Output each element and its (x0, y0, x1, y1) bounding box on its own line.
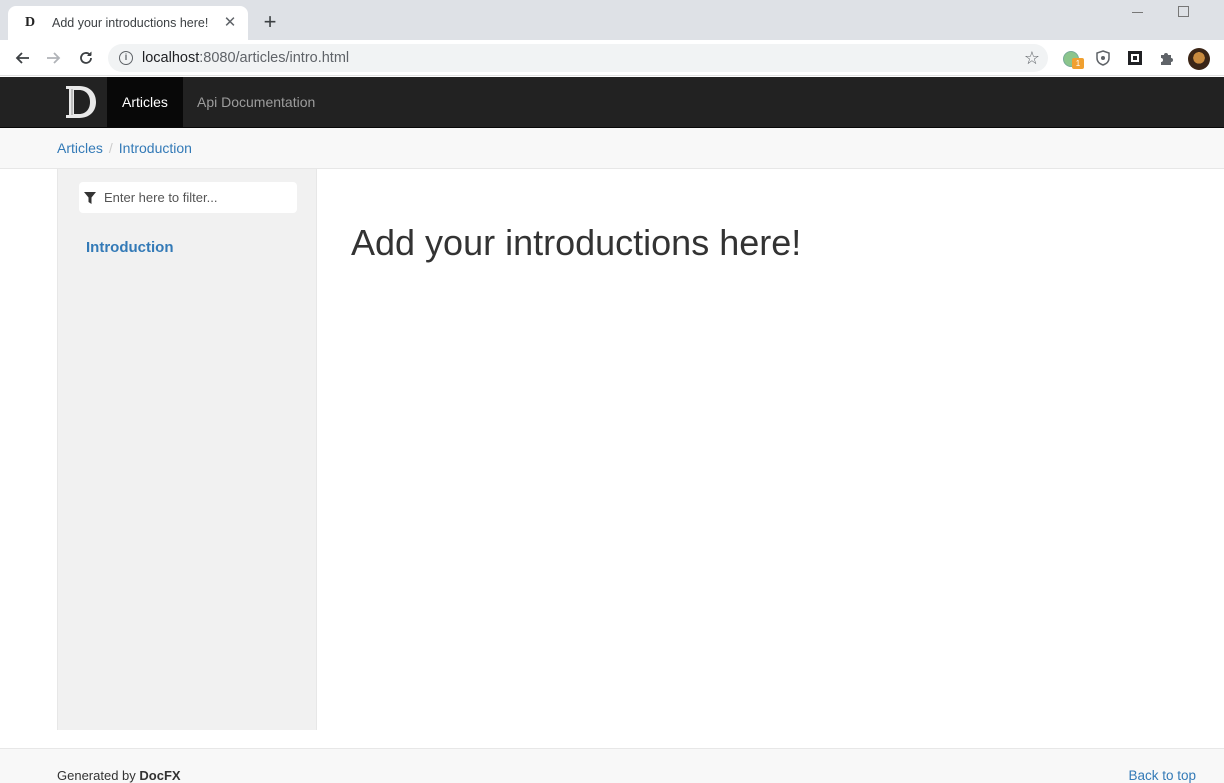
extension-badge: 1 (1072, 58, 1084, 69)
breadcrumb-item-introduction[interactable]: Introduction (119, 140, 192, 156)
minimize-window-button[interactable] (1130, 4, 1148, 20)
puzzle-icon[interactable] (1158, 49, 1178, 69)
browser-toolbar: i localhost:8080/articles/intro.html ☆ 1 (0, 40, 1224, 76)
nav-item-articles[interactable]: Articles (107, 77, 183, 127)
forward-icon[interactable] (42, 46, 66, 70)
nav-item-api-documentation[interactable]: Api Documentation (182, 77, 330, 127)
shield-icon[interactable] (1094, 49, 1114, 69)
docfx-logo-icon[interactable] (62, 83, 100, 121)
extension-icon[interactable]: 1 (1062, 49, 1084, 69)
new-tab-button[interactable]: + (258, 10, 282, 34)
breadcrumb-bar: Articles / Introduction (0, 128, 1224, 169)
article-title: Add your introductions here! (351, 222, 802, 263)
toc-filter-input[interactable] (104, 190, 284, 205)
breadcrumb-item-articles[interactable]: Articles (57, 140, 103, 156)
avatar[interactable] (1188, 48, 1210, 70)
close-tab-icon[interactable]: ✕ (222, 15, 238, 31)
filter-icon (84, 191, 96, 204)
back-to-top-link[interactable]: Back to top (1128, 768, 1196, 783)
address-bar[interactable]: i localhost:8080/articles/intro.html ☆ (108, 44, 1048, 72)
top-navbar: Articles Api Documentation (0, 77, 1224, 128)
breadcrumb: Articles / Introduction (57, 140, 192, 156)
page-footer: Generated by DocFX Back to top (0, 748, 1224, 783)
tab-title: Add your introductions here! (52, 16, 209, 30)
bookmark-star-icon[interactable]: ☆ (1024, 47, 1040, 69)
qr-icon[interactable] (1126, 49, 1146, 69)
browser-tab[interactable]: D Add your introductions here! ✕ (8, 6, 248, 40)
generated-by-text: Generated by DocFX (57, 768, 181, 783)
breadcrumb-separator: / (108, 140, 113, 156)
url-text: localhost:8080/articles/intro.html (142, 50, 350, 66)
toc-filter (79, 182, 297, 213)
browser-tabstrip: D Add your introductions here! ✕ + (0, 0, 1224, 40)
reload-icon[interactable] (74, 46, 98, 70)
toc-item-introduction[interactable]: Introduction (86, 239, 173, 256)
site-info-icon[interactable]: i (119, 51, 133, 65)
generator-name: DocFX (139, 768, 181, 783)
maximize-window-button[interactable] (1178, 6, 1189, 17)
toc-sidebar: Introduction (57, 169, 317, 730)
docfx-favicon-icon: D (24, 15, 36, 30)
back-icon[interactable] (10, 46, 34, 70)
